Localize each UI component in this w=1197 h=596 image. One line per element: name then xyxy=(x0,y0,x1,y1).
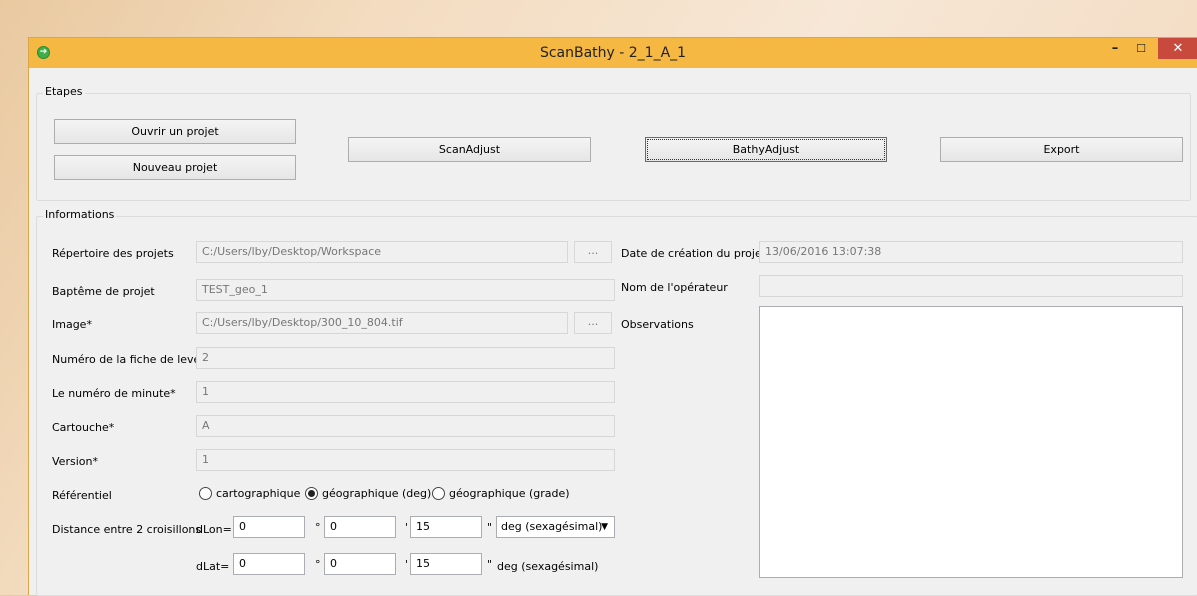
observations-textarea[interactable] xyxy=(759,306,1183,578)
referentiel-label: Référentiel xyxy=(52,489,112,502)
minute-field[interactable]: 1 xyxy=(196,381,615,403)
radio-geographique-deg[interactable] xyxy=(305,487,318,500)
dlon-unit-value: deg (sexagésimal) xyxy=(501,520,603,533)
radio-cartographique[interactable] xyxy=(199,487,212,500)
minute-label: Le numéro de minute* xyxy=(52,387,176,400)
dlon-min-input[interactable]: 0 xyxy=(324,516,396,538)
informations-legend: Informations xyxy=(43,208,117,221)
dlon-deg-input[interactable]: 0 xyxy=(233,516,305,538)
version-field[interactable]: 1 xyxy=(196,449,615,471)
bapteme-field[interactable]: TEST_geo_1 xyxy=(196,279,615,301)
dlon-sec-symbol: " xyxy=(487,521,493,534)
repertoire-field[interactable]: C:/Users/lby/Desktop/Workspace xyxy=(196,241,568,263)
new-project-button[interactable]: Nouveau projet xyxy=(54,155,296,180)
image-browse-button[interactable]: ... xyxy=(574,312,612,334)
date-field[interactable]: 13/06/2016 13:07:38 xyxy=(759,241,1183,263)
minimize-button[interactable]: – xyxy=(1102,38,1128,59)
operateur-field[interactable] xyxy=(759,275,1183,297)
dlat-min-input[interactable]: 0 xyxy=(324,553,396,575)
dlon-deg-symbol: ° xyxy=(315,521,321,534)
dlat-label: dLat= xyxy=(196,560,230,573)
cartouche-field[interactable]: A xyxy=(196,415,615,437)
open-project-button[interactable]: Ouvrir un projet xyxy=(54,119,296,144)
dlat-unit-label: deg (sexagésimal) xyxy=(497,560,599,573)
dlat-sec-symbol: " xyxy=(487,558,493,571)
close-button[interactable]: ✕ xyxy=(1158,38,1197,59)
bathyadjust-button[interactable]: BathyAdjust xyxy=(645,137,887,162)
repertoire-label: Répertoire des projets xyxy=(52,247,174,260)
scanadjust-button[interactable]: ScanAdjust xyxy=(348,137,591,162)
etapes-legend: Etapes xyxy=(43,85,85,98)
dlat-min-symbol: ' xyxy=(405,558,409,571)
observations-label: Observations xyxy=(621,318,694,331)
export-button[interactable]: Export xyxy=(940,137,1183,162)
maximize-button[interactable]: ☐ xyxy=(1128,38,1154,59)
fiche-label: Numéro de la fiche de levé* xyxy=(52,353,206,366)
dlon-unit-select[interactable]: deg (sexagésimal) ▼ xyxy=(496,516,615,538)
dlat-deg-symbol: ° xyxy=(315,558,321,571)
fiche-field[interactable]: 2 xyxy=(196,347,615,369)
dlon-sec-input[interactable]: 15 xyxy=(410,516,482,538)
repertoire-browse-button[interactable]: ... xyxy=(574,241,612,263)
chevron-down-icon: ▼ xyxy=(601,522,608,532)
bapteme-label: Baptême de projet xyxy=(52,285,155,298)
radio-geographique-deg-label[interactable]: géographique (deg) xyxy=(322,487,431,500)
radio-cartographique-label[interactable]: cartographique xyxy=(216,487,300,500)
title-bar[interactable]: ➔ ScanBathy - 2_1_A_1 – ☐ ✕ xyxy=(29,38,1197,68)
operateur-label: Nom de l'opérateur xyxy=(621,281,728,294)
window-title: ScanBathy - 2_1_A_1 xyxy=(539,45,687,61)
radio-geographique-grade[interactable] xyxy=(432,487,445,500)
date-label: Date de création du projet xyxy=(621,247,767,260)
dlon-min-symbol: ' xyxy=(405,521,409,534)
image-field[interactable]: C:/Users/lby/Desktop/300_10_804.tif xyxy=(196,312,568,334)
cartouche-label: Cartouche* xyxy=(52,421,115,434)
dlon-label: dLon= xyxy=(196,523,232,536)
dlat-deg-input[interactable]: 0 xyxy=(233,553,305,575)
main-window: ➔ ScanBathy - 2_1_A_1 – ☐ ✕ Etapes Ouvri… xyxy=(28,37,1197,596)
dlat-sec-input[interactable]: 15 xyxy=(410,553,482,575)
distance-label: Distance entre 2 croisillons xyxy=(52,523,202,536)
radio-geographique-grade-label[interactable]: géographique (grade) xyxy=(449,487,570,500)
version-label: Version* xyxy=(52,455,98,468)
image-label: Image* xyxy=(52,318,92,331)
